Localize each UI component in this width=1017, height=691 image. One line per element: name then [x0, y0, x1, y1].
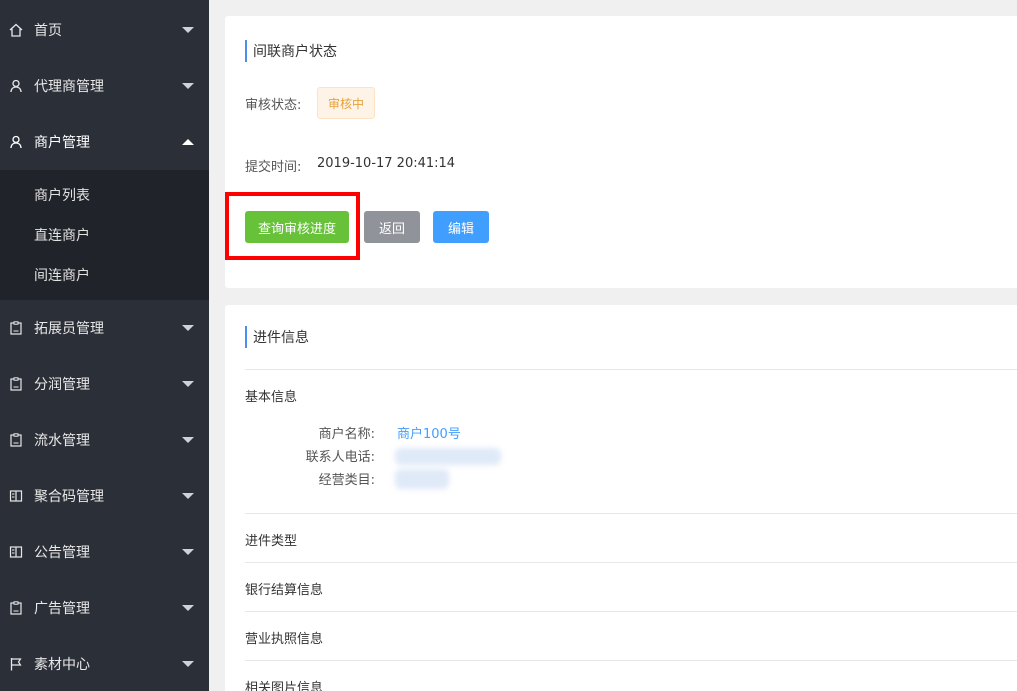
sidebar-item-label: 首页: [34, 23, 62, 39]
section-bank-settlement[interactable]: 银行结算信息: [245, 579, 323, 598]
chevron-down-icon: [182, 493, 194, 499]
clipboard-icon: [9, 601, 23, 615]
merchant-submenu: 商户列表 直连商户 间连商户: [0, 170, 209, 300]
clipboard-icon: [9, 321, 23, 335]
query-review-progress-button[interactable]: 查询审核进度: [245, 211, 349, 243]
edit-button[interactable]: 编辑: [433, 211, 489, 243]
contact-phone-blurred-value: [395, 448, 501, 465]
home-icon: [9, 23, 23, 37]
submit-time-value: 2019-10-17 20:41:14: [317, 156, 456, 171]
back-button[interactable]: 返回: [364, 211, 420, 243]
sidebar-item-label: 分润管理: [34, 377, 90, 393]
sidebar-item-label: 素材中心: [34, 657, 90, 673]
merchant-name-value[interactable]: 商户100号: [397, 423, 461, 442]
chevron-down-icon: [182, 381, 194, 387]
section-application-type[interactable]: 进件类型: [245, 530, 297, 549]
book-icon: [9, 489, 23, 503]
submenu-item-direct-merchant[interactable]: 直连商户: [0, 215, 209, 255]
info-section-title: 进件信息: [245, 326, 309, 348]
contact-phone-label: 联系人电话:: [305, 450, 375, 465]
review-status-label: 审核状态:: [245, 98, 302, 113]
sidebar-item-label: 代理商管理: [34, 79, 104, 95]
business-category-blurred-value: [395, 469, 449, 489]
divider: [245, 562, 1017, 563]
chevron-down-icon: [182, 325, 194, 331]
sidebar-item-merchant-management[interactable]: 商户管理: [0, 114, 209, 170]
submenu-item-indirect-merchant[interactable]: 间连商户: [0, 255, 209, 295]
merchant-name-label: 商户名称:: [318, 427, 375, 442]
submenu-item-merchant-list[interactable]: 商户列表: [0, 175, 209, 215]
chevron-down-icon: [182, 437, 194, 443]
chevron-down-icon: [182, 605, 194, 611]
application-info-panel: 进件信息 基本信息 商户名称: 商户100号 联系人电话: 经营类目: 进件类型…: [225, 305, 1017, 691]
submit-time-label: 提交时间:: [245, 160, 302, 175]
sidebar-item-agent-management[interactable]: 代理商管理: [0, 58, 209, 114]
sidebar-item-label: 拓展员管理: [34, 321, 104, 337]
chevron-down-icon: [182, 661, 194, 667]
chevron-down-icon: [182, 83, 194, 89]
sidebar-item-label: 聚合码管理: [34, 489, 104, 505]
status-badge: 审核中: [317, 87, 376, 119]
merchant-status-panel: 间联商户状态 审核状态: 审核中 提交时间: 2019-10-17 20:41:…: [225, 16, 1017, 288]
user-icon: [9, 135, 23, 149]
sidebar-item-profit-sharing[interactable]: 分润管理: [0, 356, 209, 412]
flag-icon: [9, 657, 23, 671]
sidebar-item-label: 广告管理: [34, 601, 90, 617]
sidebar-item-announcement[interactable]: 公告管理: [0, 524, 209, 580]
sidebar-item-home[interactable]: 首页: [0, 2, 209, 58]
section-related-images[interactable]: 相关图片信息: [245, 677, 323, 691]
divider: [245, 513, 1017, 514]
user-icon: [9, 79, 23, 93]
sidebar-item-label: 流水管理: [34, 433, 90, 449]
sidebar: 首页 代理商管理 商户管理 商户列表 直连商户 间连商户 拓展员管理 分润管理: [0, 0, 209, 691]
section-business-license[interactable]: 营业执照信息: [245, 628, 323, 647]
business-category-label: 经营类目:: [318, 473, 375, 488]
sidebar-item-advertisement[interactable]: 广告管理: [0, 580, 209, 636]
divider: [245, 369, 1017, 370]
chevron-down-icon: [182, 27, 194, 33]
status-section-title: 间联商户状态: [245, 40, 337, 62]
sidebar-item-expander-management[interactable]: 拓展员管理: [0, 300, 209, 356]
sidebar-item-aggregate-code[interactable]: 聚合码管理: [0, 468, 209, 524]
sidebar-item-transaction-flow[interactable]: 流水管理: [0, 412, 209, 468]
clipboard-icon: [9, 433, 23, 447]
book-icon: [9, 545, 23, 559]
chevron-down-icon: [182, 549, 194, 555]
clipboard-icon: [9, 377, 23, 391]
sidebar-item-material-center[interactable]: 素材中心: [0, 636, 209, 691]
divider: [245, 660, 1017, 661]
sidebar-item-label: 商户管理: [34, 135, 90, 151]
basic-info-title: 基本信息: [245, 390, 298, 405]
chevron-up-icon: [182, 139, 194, 145]
divider: [245, 611, 1017, 612]
sidebar-item-label: 公告管理: [34, 545, 90, 561]
